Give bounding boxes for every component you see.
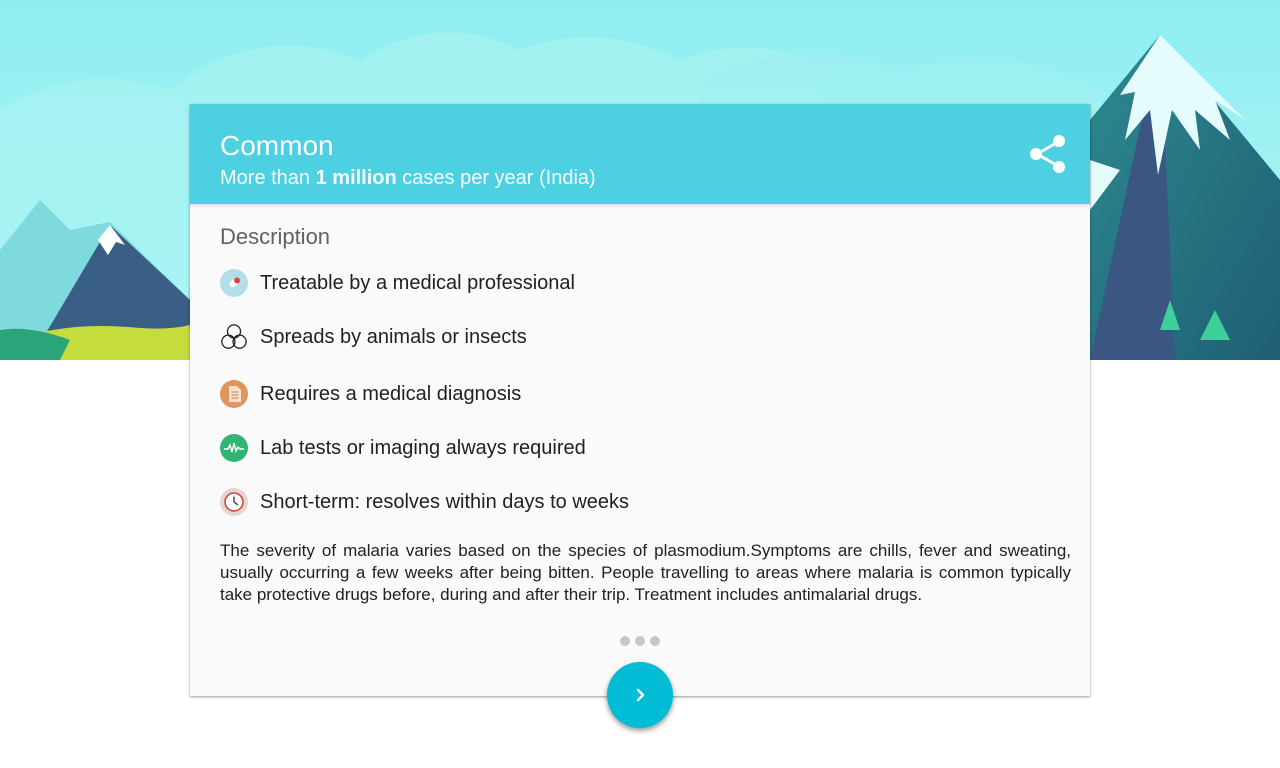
- disease-info-card: Common More than 1 million cases per yea…: [190, 104, 1090, 696]
- share-icon: [1030, 135, 1065, 173]
- feature-item: Short-term: resolves within days to week…: [220, 487, 629, 517]
- feature-label: Lab tests or imaging always required: [260, 437, 586, 459]
- prevalence-title: Common: [220, 130, 334, 161]
- feature-item: Lab tests or imaging always required: [220, 433, 586, 463]
- feature-label: Spreads by animals or insects: [260, 326, 527, 348]
- page-dot[interactable]: [650, 636, 660, 646]
- subtitle-suffix: cases per year (India): [396, 167, 596, 189]
- share-button[interactable]: [1026, 132, 1070, 176]
- feature-label: Short-term: resolves within days to week…: [260, 491, 630, 513]
- subtitle-count: 1 million: [315, 167, 397, 189]
- description-heading: Description: [220, 224, 331, 249]
- feature-item: Treatable by a medical professional: [220, 268, 575, 298]
- biohazard-circles-icon: [220, 323, 248, 351]
- card-header: Common More than 1 million cases per yea…: [190, 104, 1090, 204]
- heartbeat-icon: [220, 434, 248, 462]
- chevron-right-icon: [636, 688, 645, 702]
- subtitle-prefix: More than: [220, 167, 316, 189]
- feature-label: Treatable by a medical professional: [260, 272, 575, 294]
- page-dot[interactable]: [620, 636, 630, 646]
- feature-item: Spreads by animals or insects: [220, 322, 527, 352]
- pill-icon: [220, 269, 248, 297]
- feature-item: Requires a medical diagnosis: [220, 379, 521, 409]
- next-button[interactable]: [607, 662, 673, 728]
- page-indicator: [620, 636, 660, 646]
- page-dot[interactable]: [635, 636, 645, 646]
- document-icon: [220, 380, 248, 408]
- description-text: The severity of malaria varies based on …: [220, 541, 1071, 604]
- prevalence-subtitle: More than 1 million cases per year (Indi…: [220, 166, 596, 190]
- feature-label: Requires a medical diagnosis: [260, 383, 522, 405]
- clock-icon: [220, 488, 248, 516]
